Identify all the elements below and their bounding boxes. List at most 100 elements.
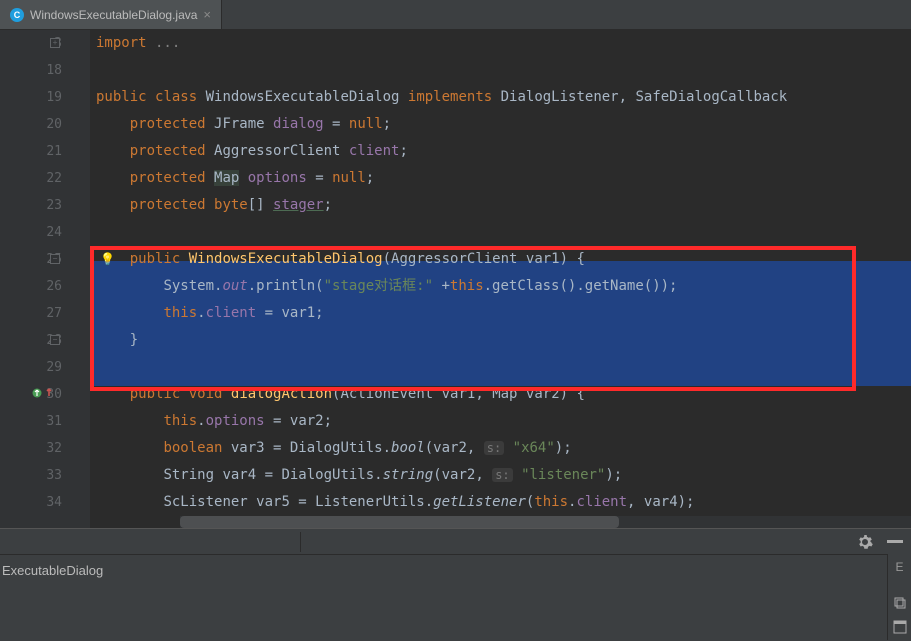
call: string xyxy=(383,467,434,483)
gutter-line[interactable]: 33 xyxy=(0,462,62,489)
rest: = var1; xyxy=(256,305,323,321)
field: client xyxy=(349,143,400,159)
kw: implements xyxy=(408,89,501,105)
type-map: Map xyxy=(214,170,239,186)
gutter-line[interactable]: 25− xyxy=(0,246,62,273)
gutter-line[interactable]: 30 xyxy=(0,381,62,408)
fold-toggle-icon[interactable]: − xyxy=(50,254,60,264)
override-down-icon[interactable] xyxy=(44,388,54,398)
interfaces: DialogListener, SafeDialogCallback xyxy=(501,89,788,105)
class-file-icon: C xyxy=(10,8,24,22)
gutter-line[interactable]: 23 xyxy=(0,192,62,219)
gutter-line[interactable]: 18 xyxy=(0,57,62,84)
toolbar-separator xyxy=(300,532,301,552)
string-literal: "stage对话框:" xyxy=(324,278,433,294)
horizontal-scrollbar[interactable] xyxy=(180,516,911,528)
open: (var2, xyxy=(425,440,484,456)
type: JFrame xyxy=(214,116,273,132)
gutter-line[interactable]: 21 xyxy=(0,138,62,165)
gutter-line[interactable]: 29 xyxy=(0,354,62,381)
qual: String var4 = DialogUtils. xyxy=(163,467,382,483)
kw: public xyxy=(130,386,189,402)
string-literal: "listener" xyxy=(513,467,606,483)
call: getListener xyxy=(433,494,526,510)
rest: = var2; xyxy=(265,413,332,429)
kw: void xyxy=(189,386,231,402)
close-tab-icon[interactable]: × xyxy=(203,7,211,22)
scroll-thumb[interactable] xyxy=(180,516,619,528)
kw: protected xyxy=(130,170,214,186)
open: (var2, xyxy=(433,467,492,483)
type: AggressorClient xyxy=(214,143,349,159)
param-hint: s: xyxy=(492,468,512,482)
qual: System. xyxy=(163,278,222,294)
eq: = xyxy=(307,170,332,186)
rest: .getClass().getName()); xyxy=(484,278,678,294)
gutter-line[interactable]: 22 xyxy=(0,165,62,192)
fold-toggle-icon[interactable]: + xyxy=(50,38,60,48)
method: dialogAction xyxy=(231,386,332,402)
dot: . xyxy=(197,305,205,321)
sp xyxy=(239,170,247,186)
gutter-line[interactable]: 27 xyxy=(0,300,62,327)
gear-icon[interactable] xyxy=(857,534,873,550)
minimize-icon[interactable] xyxy=(887,540,903,543)
structure-breadcrumb[interactable]: ExecutableDialog xyxy=(0,555,911,586)
editor-tab-bar: C WindowsExecutableDialog.java × xyxy=(0,0,911,30)
kw: class xyxy=(155,89,206,105)
gutter-line[interactable]: 31 xyxy=(0,408,62,435)
gutter-line[interactable]: 34 xyxy=(0,489,62,516)
field: options xyxy=(206,413,265,429)
override-up-icon[interactable] xyxy=(32,388,42,398)
null: null xyxy=(332,170,366,186)
this: this xyxy=(450,278,484,294)
sig: (ActionEvent var1, Map var2) { xyxy=(332,386,585,402)
plus: + xyxy=(433,278,450,294)
kw: boolean xyxy=(163,440,230,456)
rest: , var4); xyxy=(627,494,694,510)
qual: var3 = DialogUtils. xyxy=(231,440,391,456)
bottom-tool-window: ExecutableDialog xyxy=(0,528,911,641)
right-strip-label[interactable]: E xyxy=(895,560,903,574)
byte: byte xyxy=(214,197,248,213)
semi: ; xyxy=(399,143,407,159)
kw: protected xyxy=(130,116,214,132)
gutter-line[interactable]: 28− xyxy=(0,327,62,354)
folded-dots[interactable]: ... xyxy=(147,35,181,51)
editor-area[interactable]: 3+ 18 19 20 21 22 23 24 25− 26 27 28− 29… xyxy=(0,30,911,528)
null: null xyxy=(349,116,383,132)
gutter-line[interactable]: 24 xyxy=(0,219,62,246)
field: dialog xyxy=(273,116,324,132)
close: ); xyxy=(605,467,622,483)
kw: public xyxy=(130,251,189,267)
field: client xyxy=(576,494,627,510)
gutter-line[interactable]: 20 xyxy=(0,111,62,138)
thumbnail-icon[interactable] xyxy=(893,620,907,634)
dot: . xyxy=(197,413,205,429)
code-pane[interactable]: import ... public class WindowsExecutabl… xyxy=(90,30,911,528)
gutter-line[interactable]: 3+ xyxy=(0,30,62,57)
fold-toggle-icon[interactable]: − xyxy=(50,335,60,345)
this: this xyxy=(163,413,197,429)
gutter-line[interactable]: 19 xyxy=(0,84,62,111)
this: this xyxy=(163,305,197,321)
string-literal: "x64" xyxy=(504,440,555,456)
gutter: 3+ 18 19 20 21 22 23 24 25− 26 27 28− 29… xyxy=(0,30,90,528)
constructor: WindowsExecutableDialog xyxy=(189,251,383,267)
brace: } xyxy=(130,332,138,348)
intention-bulb-icon[interactable]: 💡 xyxy=(100,252,115,266)
param-hint: s: xyxy=(484,441,504,455)
out: out xyxy=(222,278,247,294)
copy-icon[interactable] xyxy=(893,596,907,610)
semi: ; xyxy=(383,116,391,132)
file-tab[interactable]: C WindowsExecutableDialog.java × xyxy=(0,0,222,29)
gutter-line[interactable]: 32 xyxy=(0,435,62,462)
right-tool-strip: E xyxy=(887,554,911,640)
field: options xyxy=(248,170,307,186)
println: .println( xyxy=(248,278,324,294)
arr: [] xyxy=(248,197,273,213)
gutter-line[interactable]: 26 xyxy=(0,273,62,300)
semi: ; xyxy=(366,170,374,186)
this: this xyxy=(534,494,568,510)
import-keyword: import xyxy=(96,35,147,51)
